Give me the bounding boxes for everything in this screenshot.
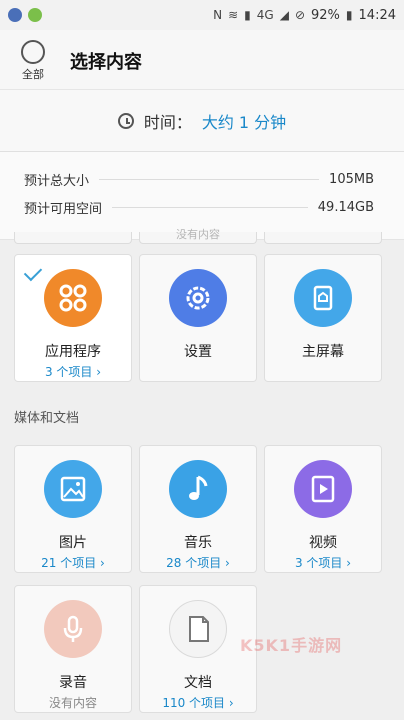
tile-label: 录音 <box>59 675 87 691</box>
tile-music[interactable]: 音乐 28 个项目 › <box>139 445 257 573</box>
time-value: 大约 1 分钟 <box>201 112 287 132</box>
partial-tile[interactable] <box>264 232 382 244</box>
select-all-circle-icon <box>21 40 45 64</box>
nfc-icon: N <box>213 8 223 22</box>
divider-line <box>112 207 308 208</box>
tile-images[interactable]: 图片 21 个项目 › <box>14 445 132 573</box>
app-notification-icon <box>8 8 22 22</box>
checkmark-icon <box>23 262 43 282</box>
video-icon <box>294 460 352 518</box>
network-label: 4G <box>256 8 274 22</box>
music-icon <box>169 460 227 518</box>
tile-recordings[interactable]: 录音 没有内容 <box>14 585 132 713</box>
tile-count: 3 个项目 › <box>44 365 102 379</box>
time-estimate-row: 时间： 大约 1 分钟 <box>0 90 404 152</box>
divider-line <box>99 179 320 180</box>
sim-icon: ▮ <box>244 8 251 22</box>
tile-settings[interactable]: 设置 <box>139 254 257 382</box>
tile-label: 图片 <box>59 535 87 551</box>
partial-tile[interactable]: 没有内容 <box>139 228 257 244</box>
tile-label: 主屏幕 <box>302 344 344 360</box>
estimated-total-row: 预计总大小 105MB <box>24 170 374 189</box>
clock-time: 14:24 <box>358 7 396 23</box>
android-notification-icon <box>28 8 42 22</box>
apps-icon <box>44 269 102 327</box>
watermark-logo: K5K1手游网 <box>240 636 343 655</box>
time-label: 时间： <box>143 112 192 132</box>
tile-apps[interactable]: 应用程序 3 个项目 › <box>14 254 132 382</box>
tile-label: 应用程序 <box>45 344 101 360</box>
available-space-value: 49.14GB <box>317 200 374 215</box>
battery-icon: ▮ <box>345 8 353 22</box>
gear-icon <box>169 269 227 327</box>
wifi-icon: ≋ <box>228 8 239 22</box>
tile-label: 视频 <box>309 535 337 551</box>
select-all-checkbox[interactable]: 全部 <box>18 40 48 82</box>
tile-home-screen[interactable]: 主屏幕 <box>264 254 382 382</box>
tile-label: 设置 <box>184 344 212 360</box>
estimated-total-label: 预计总大小 <box>24 174 90 189</box>
tile-video[interactable]: 视频 3 个项目 › <box>264 445 382 573</box>
available-space-row: 预计可用空间 49.14GB <box>24 198 374 217</box>
tile-label: 音乐 <box>184 535 212 551</box>
page-title: 选择内容 <box>70 52 142 73</box>
home-screen-icon <box>294 269 352 327</box>
partial-tile[interactable] <box>14 232 132 244</box>
image-icon <box>44 460 102 518</box>
section-title: 媒体和文档 <box>14 411 80 426</box>
tile-count: 没有内容 <box>48 696 97 710</box>
status-bar: N ≋ ▮ 4G ◢ ⊘ 92% ▮ 14:24 <box>0 0 404 30</box>
tile-label: 文档 <box>184 675 212 691</box>
clock-icon <box>117 112 134 129</box>
signal-icon: ◢ <box>279 8 289 22</box>
estimated-total-value: 105MB <box>329 172 374 187</box>
available-space-label: 预计可用空间 <box>24 202 103 217</box>
microphone-icon <box>44 600 102 658</box>
do-not-disturb-icon: ⊘ <box>294 8 306 22</box>
tile-count: 21 个项目 › <box>41 556 105 570</box>
partial-tile-label: 没有内容 <box>176 228 220 241</box>
tile-count: 3 个项目 › <box>294 556 352 570</box>
document-icon <box>169 600 227 658</box>
header: 全部 选择内容 <box>0 30 404 90</box>
battery-percent: 92% <box>311 7 340 23</box>
select-all-label: 全部 <box>22 68 44 81</box>
tile-count: 28 个项目 › <box>166 556 230 570</box>
tile-count: 110 个项目 › <box>162 696 234 710</box>
